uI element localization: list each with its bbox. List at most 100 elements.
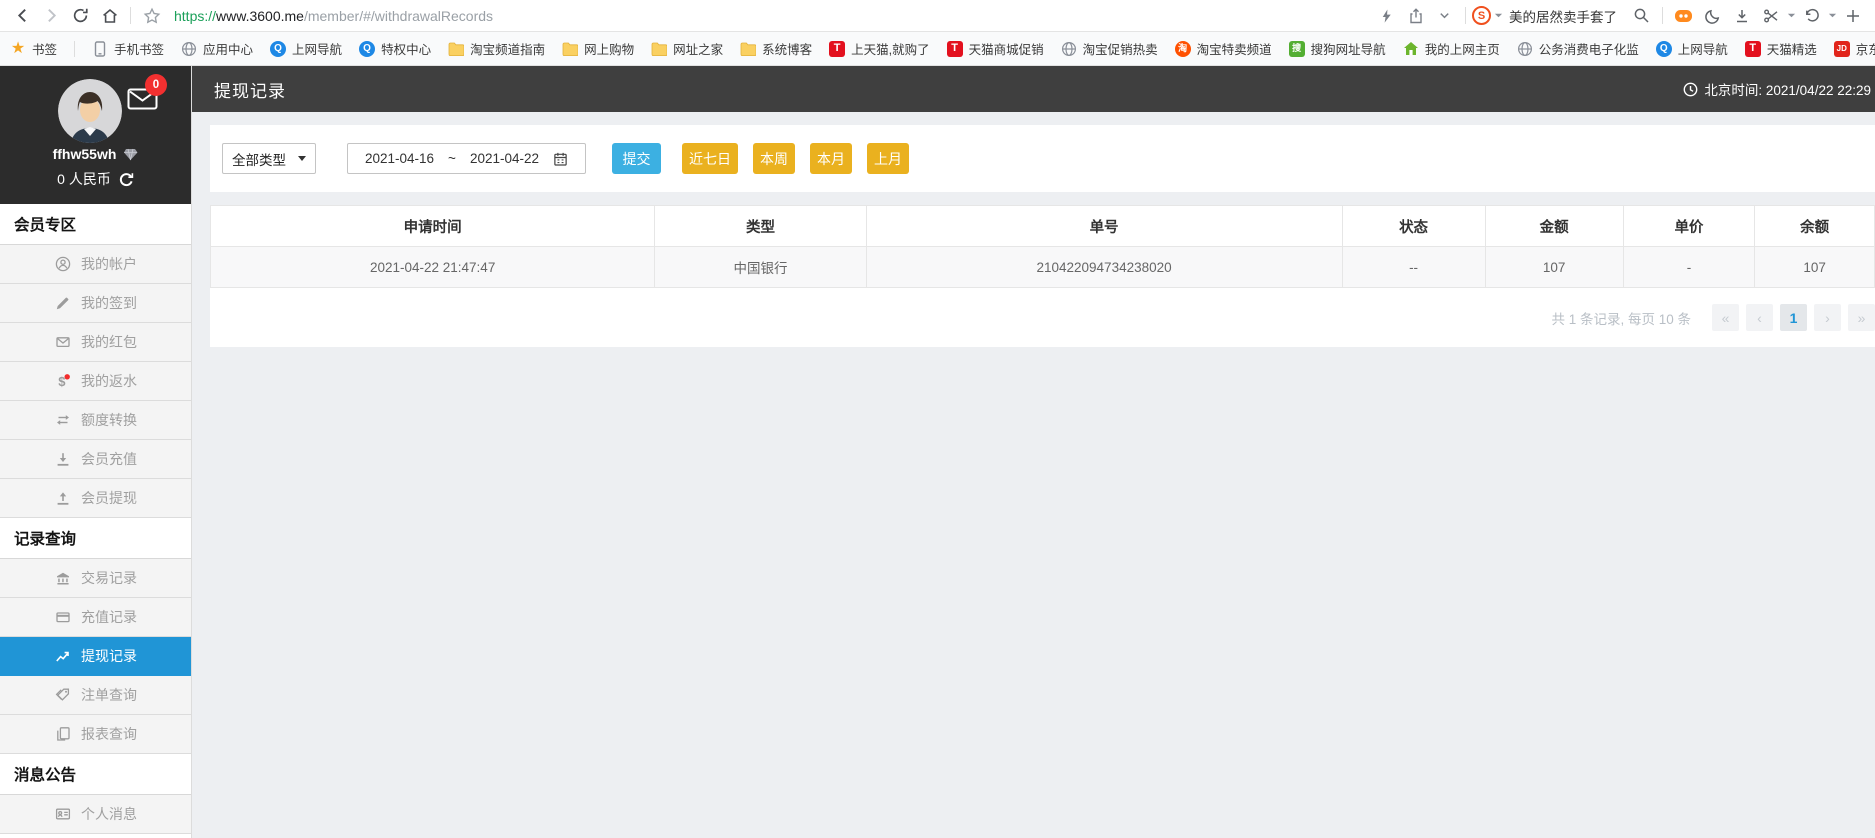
filter-panel: 全部类型 2021-04-16 ~ 2021-04-22 提交 近七日 本周 本…	[210, 125, 1875, 192]
home-icon[interactable]	[95, 3, 124, 29]
lightning-icon[interactable]	[1372, 3, 1401, 29]
page-title: 提现记录	[214, 81, 286, 101]
sidebar-item-deposit-records[interactable]: 充值记录	[0, 598, 191, 637]
date-to: 2021-04-22	[469, 151, 539, 166]
sidebar-item-my-account[interactable]: 我的帐户	[0, 245, 191, 284]
search-suggestion[interactable]: 美的居然卖手套了	[1509, 6, 1617, 26]
bookmark-item[interactable]: 搜狗网址导航	[1288, 39, 1386, 58]
bookmark-item[interactable]: 淘宝频道指南	[448, 39, 545, 58]
undo-caret-icon[interactable]	[1826, 3, 1838, 29]
url-field[interactable]: https://www.3600.me/member/#/withdrawalR…	[174, 8, 493, 24]
diamond-level-icon	[123, 148, 138, 161]
sogou-logo-icon[interactable]	[1472, 6, 1491, 25]
bookmark-item[interactable]: 京东商城	[1833, 39, 1875, 58]
taobao-icon	[1174, 40, 1191, 57]
cell-status: --	[1341, 246, 1486, 288]
sidebar-item-withdrawal-records[interactable]: 提现记录	[0, 637, 191, 676]
sidebar-item-transaction-records[interactable]: 交易记录	[0, 559, 191, 598]
bookmark-item[interactable]: 公务消费电子化监	[1517, 39, 1639, 58]
bookmark-item[interactable]: 网上购物	[562, 39, 634, 58]
url-host: www.3600.me	[216, 7, 304, 24]
game-center-icon[interactable]	[1669, 3, 1698, 29]
tmall-icon	[946, 40, 963, 57]
jd-icon	[1833, 40, 1850, 57]
chevron-down-icon[interactable]	[1430, 3, 1459, 29]
share-icon[interactable]	[1401, 3, 1430, 29]
new-tab-plus-icon[interactable]	[1838, 3, 1867, 29]
prev-page-button[interactable]: ‹	[1746, 304, 1773, 331]
sidebar-item-sign-in[interactable]: 我的签到	[0, 284, 191, 323]
user-panel: 0 ffhw55wh 0 人民币	[0, 66, 191, 204]
bookmark-item[interactable]: 天猫精选	[1744, 39, 1817, 58]
sogou-icon	[1288, 40, 1305, 57]
bookmark-item[interactable]: 淘宝特卖频道	[1174, 39, 1272, 58]
sidebar-menu: 会员专区 我的帐户 我的签到 我的红包 $ 我的返水 额度转换 会员充值 会员提现…	[0, 204, 191, 834]
type-select[interactable]: 全部类型	[222, 143, 316, 174]
bookmark-item[interactable]: 天猫商城促销	[946, 39, 1044, 58]
date-range-input[interactable]: 2021-04-16 ~ 2021-04-22	[347, 143, 586, 174]
date-range-separator: ~	[448, 151, 456, 166]
bookmark-item[interactable]: 手机书签	[92, 39, 164, 58]
cell-balance: 107	[1754, 246, 1875, 288]
pencil-icon	[54, 295, 72, 311]
refresh-balance-icon[interactable]	[119, 172, 134, 187]
address-bar: https://www.3600.me/member/#/withdrawalR…	[0, 0, 1875, 32]
sidebar-item-withdraw[interactable]: 会员提现	[0, 479, 191, 518]
bookmark-item[interactable]: 上天猫,就购了	[829, 39, 930, 58]
back-icon[interactable]	[8, 3, 37, 29]
table-row: 2021-04-22 21:47:47 中国银行 210422094734238…	[209, 246, 1875, 288]
chart-line-icon	[54, 648, 72, 664]
q-badge-icon	[359, 40, 376, 57]
quick-this-week-button[interactable]: 本周	[753, 143, 795, 174]
balance-row: 0 人民币	[0, 169, 191, 189]
bookmark-item[interactable]: 书签	[10, 39, 57, 58]
page-1-button[interactable]: 1	[1780, 304, 1807, 331]
cell-apply-time: 2021-04-22 21:47:47	[209, 246, 656, 288]
submit-button[interactable]: 提交	[612, 143, 661, 174]
search-engine-caret-icon[interactable]	[1491, 3, 1505, 29]
quick-this-month-button[interactable]: 本月	[810, 143, 852, 174]
mail-button[interactable]: 0	[127, 74, 167, 111]
balance-text: 0 人民币	[57, 171, 111, 187]
bookmark-item[interactable]: 上网导航	[1655, 39, 1728, 58]
scissors-caret-icon[interactable]	[1785, 3, 1797, 29]
records-panel: 申请时间 类型 单号 状态 金额 单价 余额 2021-04-22 21:47:…	[209, 205, 1875, 347]
last-page-button[interactable]: »	[1848, 304, 1875, 331]
bookmark-item[interactable]: 网址之家	[651, 39, 723, 58]
dollar-dot-icon: $	[54, 373, 72, 389]
col-amount: 金额	[1484, 205, 1624, 247]
bookmark-item[interactable]: 特权中心	[359, 39, 431, 58]
bank-icon	[54, 570, 72, 586]
bookmarks-bar: 书签 手机书签 应用中心 上网导航 特权中心 淘宝频道指南 网上购物 网址之家 …	[0, 32, 1875, 66]
bookmark-item[interactable]: 系统博客	[740, 39, 812, 58]
sidebar-item-red-packet[interactable]: 我的红包	[0, 323, 191, 362]
house-icon	[1403, 41, 1419, 57]
sidebar-item-quota-transfer[interactable]: 额度转换	[0, 401, 191, 440]
forward-icon[interactable]	[37, 3, 66, 29]
sidebar-item-bet-records[interactable]: 注单查询	[0, 676, 191, 715]
download-icon[interactable]	[1727, 3, 1756, 29]
next-page-button[interactable]: ›	[1814, 304, 1841, 331]
bookmark-item[interactable]: 我的上网主页	[1403, 39, 1500, 58]
screenshot-scissors-icon[interactable]	[1756, 3, 1785, 29]
bookmark-item[interactable]: 淘宝促销热卖	[1061, 39, 1158, 58]
sidebar-item-personal-messages[interactable]: 个人消息	[0, 795, 191, 834]
folder-icon	[448, 41, 465, 57]
sidebar-item-rebate[interactable]: $ 我的返水	[0, 362, 191, 401]
withdrawal-records-table: 申请时间 类型 单号 状态 金额 单价 余额 2021-04-22 21:47:…	[209, 205, 1875, 288]
quick-last-month-button[interactable]: 上月	[867, 143, 909, 174]
search-icon[interactable]	[1627, 3, 1656, 29]
avatar[interactable]	[58, 79, 122, 143]
username: ffhw55wh	[52, 146, 117, 162]
sidebar-item-report-query[interactable]: 报表查询	[0, 715, 191, 754]
dark-mode-moon-icon[interactable]	[1698, 3, 1727, 29]
pagination: 共 1 条记录, 每页 10 条 « ‹ 1 › »	[210, 288, 1875, 347]
reload-icon[interactable]	[66, 3, 95, 29]
quick-last-7-days-button[interactable]: 近七日	[682, 143, 738, 174]
first-page-button[interactable]: «	[1712, 304, 1739, 331]
bookmark-item[interactable]: 应用中心	[181, 39, 253, 58]
undo-history-icon[interactable]	[1797, 3, 1826, 29]
bookmark-item[interactable]: 上网导航	[270, 39, 342, 58]
bookmark-star-icon[interactable]	[137, 3, 166, 29]
sidebar-item-deposit[interactable]: 会员充值	[0, 440, 191, 479]
